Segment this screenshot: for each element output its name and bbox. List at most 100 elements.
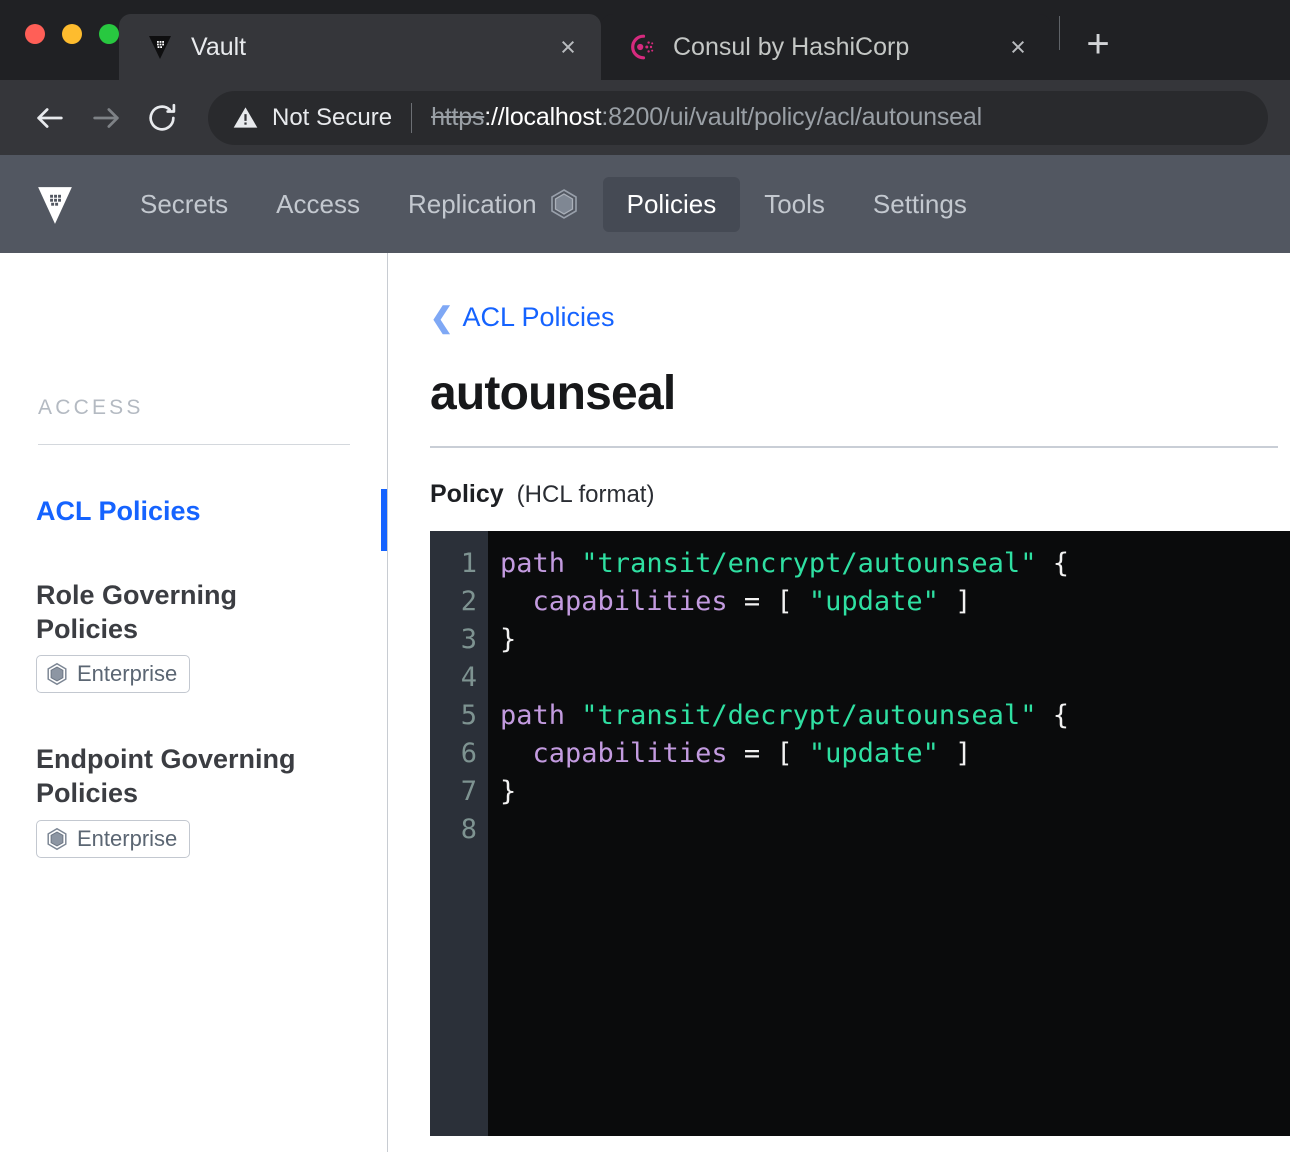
- sidebar-item-endpoint-governing-policies[interactable]: Endpoint Governing Policies Enterprise: [0, 731, 388, 870]
- code-token: path: [500, 548, 566, 579]
- policy-code-editor[interactable]: 1 2 3 4 5 6 7 8 path "transit/encrypt/au…: [430, 531, 1290, 1136]
- sidebar-item-role-governing-policies[interactable]: Role Governing Policies Enterprise: [0, 567, 388, 706]
- browser-tab-title: Consul by HashiCorp: [673, 32, 910, 61]
- sidebar: ACCESS ACL Policies Role Governing Polic…: [0, 253, 388, 1152]
- policy-label-row: Policy (HCL format): [430, 480, 1290, 509]
- line-number: 6: [460, 738, 477, 769]
- vault-logo-icon: [145, 32, 175, 62]
- window-maximize-button[interactable]: [99, 24, 119, 44]
- code-line: path "transit/encrypt/autounseal" {: [500, 545, 1290, 583]
- code-line: path "transit/decrypt/autounseal" {: [500, 697, 1290, 735]
- line-number: 1: [460, 548, 477, 579]
- status-badge: Enterprise: [36, 819, 191, 858]
- browser-tab-consul[interactable]: Consul by HashiCorp ×: [601, 14, 1051, 80]
- code-token: capabilities: [532, 586, 728, 617]
- not-secure-label: Not Secure: [272, 103, 393, 131]
- tab-strip: Vault × Consul by HashiCorp × +: [0, 0, 1290, 80]
- sidebar-item-label: Role Governing Policies: [36, 579, 238, 644]
- code-line: }: [500, 621, 1290, 659]
- code-token: = [: [727, 738, 809, 769]
- not-secure-warning-icon: [232, 104, 259, 131]
- address-bar[interactable]: Not Secure https://localhost:8200/ui/vau…: [208, 90, 1268, 145]
- tab-divider: [1059, 16, 1060, 50]
- enterprise-hex-icon: [549, 188, 579, 220]
- url-path: :8200/ui/vault/policy/acl/autounseal: [601, 103, 982, 131]
- nav-item-settings[interactable]: Settings: [849, 177, 991, 232]
- window-close-button[interactable]: [25, 24, 45, 44]
- enterprise-hex-icon: [46, 662, 68, 686]
- policy-label: Policy: [430, 480, 504, 508]
- nav-item-label: Replication: [407, 188, 537, 219]
- sidebar-divider: [38, 444, 350, 445]
- code-token: }: [500, 776, 517, 807]
- reload-icon[interactable]: [134, 90, 190, 146]
- status-badge-label: Enterprise: [77, 661, 178, 687]
- omnibox-divider: [411, 102, 413, 133]
- sidebar-item-label: Endpoint Governing Policies: [36, 744, 296, 808]
- vault-logo-icon[interactable]: [32, 181, 78, 227]
- line-number: 3: [460, 624, 477, 655]
- forward-arrow-icon[interactable]: [78, 90, 134, 146]
- consul-logo-icon: [627, 32, 657, 62]
- browser-chrome: Vault × Consul by HashiCorp × + Not Secu…: [0, 0, 1290, 155]
- close-icon[interactable]: ×: [553, 32, 583, 62]
- back-arrow-icon[interactable]: [22, 90, 78, 146]
- browser-tab-vault[interactable]: Vault ×: [119, 14, 601, 80]
- browser-tab-title: Vault: [191, 32, 247, 61]
- new-tab-button[interactable]: +: [1072, 18, 1124, 70]
- line-number: 4: [460, 662, 477, 693]
- enterprise-hex-icon: [46, 827, 68, 851]
- breadcrumb-label: ACL Policies: [462, 302, 615, 332]
- nav-item-replication[interactable]: Replication: [384, 176, 603, 232]
- nav-item-label: Settings: [872, 188, 967, 219]
- title-divider: [430, 446, 1278, 448]
- nav-item-access[interactable]: Access: [252, 177, 384, 232]
- window-minimize-button[interactable]: [62, 24, 82, 44]
- code-token: "transit/decrypt/autounseal": [581, 700, 1037, 731]
- code-token: path: [500, 700, 566, 731]
- sidebar-heading: ACCESS: [38, 396, 144, 419]
- line-number: 5: [460, 700, 477, 731]
- nav-item-label: Access: [276, 188, 360, 219]
- close-icon[interactable]: ×: [1003, 32, 1033, 62]
- code-token: = [: [727, 586, 809, 617]
- sidebar-items: ACL Policies Role Governing Policies Ent…: [36, 483, 387, 870]
- nav-item-secrets[interactable]: Secrets: [116, 177, 252, 232]
- code-token: }: [500, 624, 517, 655]
- breadcrumb[interactable]: ❮ ACL Policies: [430, 302, 615, 333]
- code-token: capabilities: [532, 738, 728, 769]
- nav-item-label: Tools: [764, 188, 825, 219]
- code-token: {: [1036, 700, 1069, 731]
- sidebar-item-label: ACL Policies: [36, 496, 201, 526]
- address-bar-url: https://localhost:8200/ui/vault/policy/a…: [431, 103, 982, 132]
- chevron-left-icon: ❮: [430, 301, 454, 333]
- code-token: {: [1036, 548, 1069, 579]
- code-line: }: [500, 773, 1290, 811]
- nav-item-label: Policies: [626, 188, 717, 219]
- url-host: ://localhost: [484, 103, 602, 131]
- status-badge: Enterprise: [36, 655, 191, 694]
- vault-navbar: Secrets Access Replication Policies Tool…: [0, 155, 1290, 253]
- editor-code-area[interactable]: path "transit/encrypt/autounseal" { capa…: [488, 531, 1290, 1136]
- code-token: "update": [808, 586, 939, 617]
- url-scheme: https: [431, 103, 485, 131]
- code-token: "update": [808, 738, 939, 769]
- line-number: 8: [460, 814, 477, 845]
- nav-item-tools[interactable]: Tools: [740, 177, 849, 232]
- line-number: 2: [460, 586, 477, 617]
- code-token: ]: [938, 586, 972, 617]
- sidebar-item-acl-policies[interactable]: ACL Policies: [0, 483, 388, 551]
- nav-item-policies[interactable]: Policies: [602, 176, 741, 232]
- editor-line-number-gutter: 1 2 3 4 5 6 7 8: [430, 531, 488, 1136]
- line-number: 7: [460, 776, 477, 807]
- page-title: autounseal: [430, 367, 676, 420]
- nav-item-label: Secrets: [140, 188, 229, 219]
- code-token: "transit/encrypt/autounseal": [581, 548, 1037, 579]
